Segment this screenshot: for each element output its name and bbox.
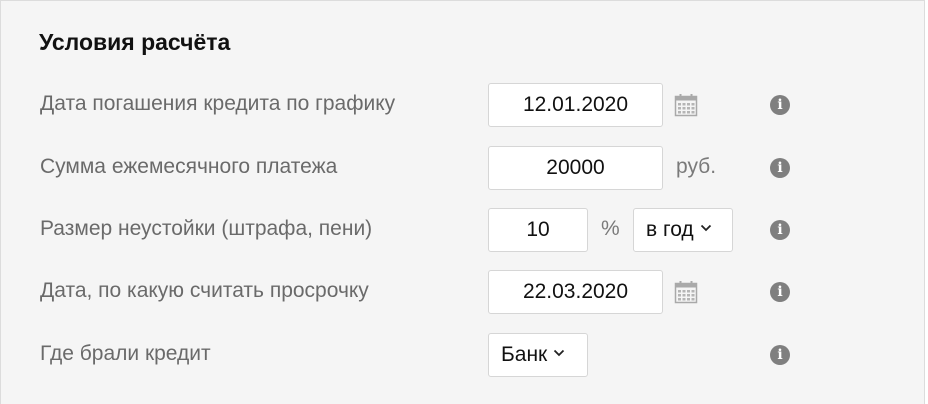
lender-row: Где брали кредит Банк i [1,333,926,379]
penalty-period-select[interactable]: в год [633,208,733,252]
section-title: Условия расчёта [39,29,231,55]
lender-select[interactable]: Банк [488,333,588,377]
penalty-label: Размер неустойки (штрафа, пени) [40,217,373,240]
lender-label: Где брали кредит [40,342,211,365]
penalty-period-value: в год [646,218,694,241]
chevron-down-icon [700,225,711,232]
chevron-down-icon [554,350,565,357]
calendar-icon[interactable] [674,93,698,117]
monthly-payment-row: Сумма ежемесячного платежа руб. i [1,146,926,192]
currency-unit: руб. [676,155,717,178]
repay-date-input[interactable] [488,83,663,127]
info-icon[interactable]: i [770,95,790,115]
penalty-rate-input[interactable] [488,208,588,252]
info-icon[interactable]: i [770,345,790,365]
overdue-date-row: Дата, по какую считать просрочку i [1,270,926,316]
lender-value: Банк [501,343,548,366]
repay-date-row: Дата погашения кредита по графику i [1,83,926,129]
calculation-conditions-panel: Условия расчёта Дата погашения кредита п… [0,0,925,404]
overdue-date-input[interactable] [488,270,663,314]
info-icon[interactable]: i [770,282,790,302]
percent-unit: % [601,217,620,240]
info-icon[interactable]: i [770,158,790,178]
monthly-payment-input[interactable] [488,146,663,190]
overdue-date-label: Дата, по какую считать просрочку [40,279,369,302]
repay-date-label: Дата погашения кредита по графику [40,92,396,115]
info-icon[interactable]: i [770,220,790,240]
monthly-payment-label: Сумма ежемесячного платежа [40,155,338,178]
penalty-row: Размер неустойки (штрафа, пени) % в год … [1,208,926,254]
calendar-icon[interactable] [674,280,698,304]
